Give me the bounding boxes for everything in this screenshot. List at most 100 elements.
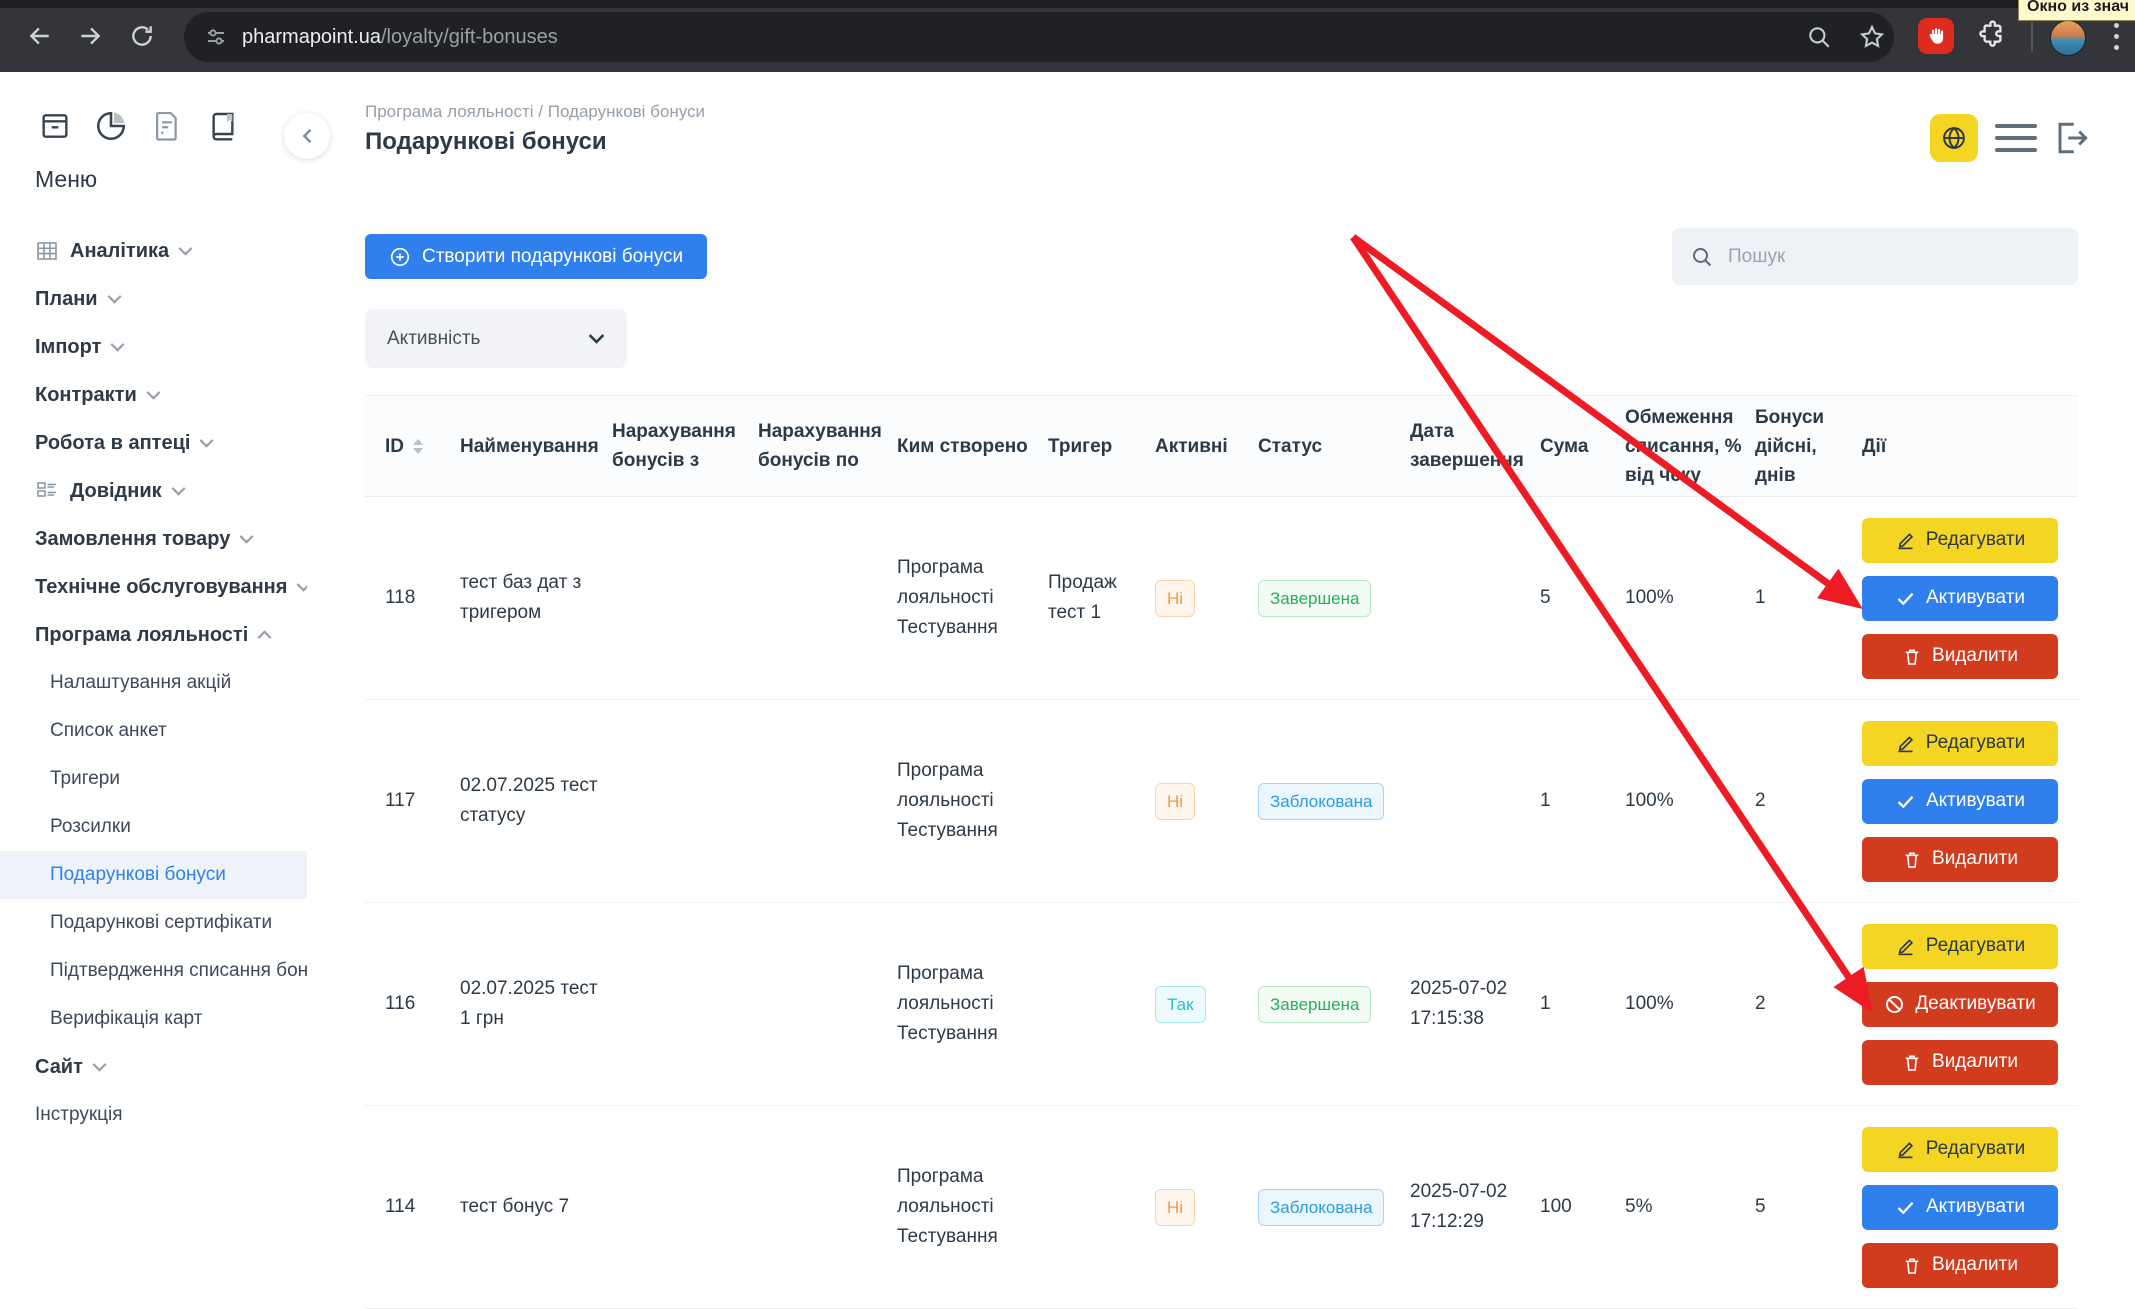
actions-cell: Редагувати Деактивувати Видалити xyxy=(1862,920,2072,1089)
sidebar-item-triggers[interactable]: Тригери xyxy=(0,755,307,803)
cell-created-by: Програма лояльності Тестування xyxy=(897,1162,1048,1252)
sidebar-item-plans[interactable]: Плани xyxy=(0,275,307,323)
sidebar-item-label: Тригери xyxy=(50,768,120,790)
profile-avatar[interactable] xyxy=(2050,20,2086,56)
trash-icon xyxy=(1902,1255,1922,1276)
sidebar-item-site[interactable]: Сайт xyxy=(0,1043,307,1091)
document-icon[interactable] xyxy=(150,106,184,146)
cell-sum: 100 xyxy=(1540,1192,1625,1222)
column-header-name: Найменування xyxy=(460,432,612,461)
create-gift-bonuses-button[interactable]: Створити подарункові бонуси xyxy=(365,234,707,279)
sidebar-item-label: Програма лояльності xyxy=(35,624,248,647)
pencil-icon xyxy=(1895,936,1916,957)
main-content: Програма лояльності / Подарункові бонуси… xyxy=(307,72,2135,1309)
column-header-id[interactable]: ID xyxy=(385,432,460,461)
chevron-down-icon xyxy=(239,534,254,544)
address-bar[interactable]: pharmapoint.ua/loyalty/gift-bonuses xyxy=(184,12,1894,62)
cell-sum: 1 xyxy=(1540,786,1625,816)
sidebar-item-loyalty-program[interactable]: Програма лояльності xyxy=(0,611,307,659)
tab-strip xyxy=(0,0,2135,8)
sidebar-item-questionnaires[interactable]: Список анкет xyxy=(0,707,307,755)
sort-icon[interactable] xyxy=(413,439,423,454)
status-badge: Так xyxy=(1155,986,1206,1023)
activate-button-row-118[interactable]: Активувати xyxy=(1862,576,2058,621)
table-header-row: IDНайменуванняНарахування бонусів зНарах… xyxy=(365,395,2078,497)
sidebar-item-card-verification[interactable]: Верифікація карт xyxy=(0,995,307,1043)
back-button[interactable] xyxy=(18,14,62,58)
language-globe-button[interactable] xyxy=(1930,114,1978,162)
cell-sum: 5 xyxy=(1540,583,1625,613)
edit-button-row-118[interactable]: Редагувати xyxy=(1862,518,2058,563)
pie-chart-icon[interactable] xyxy=(94,106,128,146)
logout-button[interactable] xyxy=(2049,116,2093,160)
table-row-114: 114тест бонус 7Програма лояльності Тесту… xyxy=(365,1106,2078,1309)
cell-status: Завершена xyxy=(1258,580,1410,617)
reload-button[interactable] xyxy=(120,14,164,58)
zoom-icon[interactable] xyxy=(1806,24,1832,50)
sidebar-item-directory[interactable]: Довідник xyxy=(0,467,307,515)
adblock-extension-icon[interactable] xyxy=(1918,18,1954,54)
sidebar-item-instruction[interactable]: Інструкція xyxy=(0,1091,307,1139)
sidebar-item-pharmacy-work[interactable]: Робота в аптеці xyxy=(0,419,307,467)
delete-button-row-114[interactable]: Видалити xyxy=(1862,1243,2058,1288)
edit-button-row-114[interactable]: Редагувати xyxy=(1862,1127,2058,1172)
sidebar-item-label: Список анкет xyxy=(50,720,167,742)
search-box[interactable] xyxy=(1672,228,2078,285)
cell-active: Так xyxy=(1155,986,1258,1023)
os-tooltip: Окно из знач xyxy=(2018,0,2135,21)
trash-icon xyxy=(1902,1052,1922,1073)
edit-button-row-117[interactable]: Редагувати xyxy=(1862,721,2058,766)
extensions-icon[interactable] xyxy=(1976,20,2006,50)
cell-trigger: Продаж тест 1 xyxy=(1048,568,1155,628)
delete-button-row-116[interactable]: Видалити xyxy=(1862,1040,2058,1085)
sidebar-item-label: Верифікація карт xyxy=(50,1008,202,1030)
table-body: 118тест баз дат з тригеромПрограма лояль… xyxy=(365,497,2078,1309)
sidebar-item-product-orders[interactable]: Замовлення товару xyxy=(0,515,307,563)
url-text[interactable]: pharmapoint.ua/loyalty/gift-bonuses xyxy=(242,26,558,49)
activate-button-row-117[interactable]: Активувати xyxy=(1862,779,2058,824)
cash-register-icon[interactable] xyxy=(38,106,72,146)
pencil-icon xyxy=(1895,733,1916,754)
table-settings-button[interactable] xyxy=(1995,124,2037,152)
sidebar-item-promo-settings[interactable]: Налаштування акцій xyxy=(0,659,307,707)
sidebar-item-import[interactable]: Імпорт xyxy=(0,323,307,371)
cell-sum: 1 xyxy=(1540,989,1625,1019)
deactivate-button-row-116[interactable]: Деактивувати xyxy=(1862,982,2058,1027)
chevron-down-icon xyxy=(92,1062,107,1072)
activity-filter-dropdown[interactable]: Активність xyxy=(365,309,627,368)
page-title: Подарункові бонуси xyxy=(365,128,607,156)
cell-writeoff-limit: 100% xyxy=(1625,583,1755,613)
cell-id: 114 xyxy=(385,1192,460,1222)
sidebar-item-label: Інструкція xyxy=(35,1104,123,1126)
delete-button-row-118[interactable]: Видалити xyxy=(1862,634,2058,679)
sidebar-item-label: Налаштування акцій xyxy=(50,672,231,694)
sidebar-item-label: Довідник xyxy=(70,480,162,503)
sidebar-item-writeoff-confirm[interactable]: Підтвердження списання бону... xyxy=(0,947,307,995)
sidebar-item-mailings[interactable]: Розсилки xyxy=(0,803,307,851)
delete-button-row-117[interactable]: Видалити xyxy=(1862,837,2058,882)
browser-menu-button[interactable] xyxy=(2112,18,2120,54)
check-icon xyxy=(1895,588,1916,609)
trash-icon xyxy=(1902,646,1922,667)
forward-button[interactable] xyxy=(68,14,112,58)
cell-active: Ні xyxy=(1155,783,1258,820)
book-icon[interactable] xyxy=(206,106,240,146)
sidebar-item-gift-bonuses[interactable]: Подарункові бонуси xyxy=(0,851,307,899)
site-info-icon[interactable] xyxy=(204,25,228,49)
menu-heading: Меню xyxy=(35,166,97,193)
column-header-created-by: Ким створено xyxy=(897,432,1048,461)
sidebar-item-gift-certificates[interactable]: Подарункові сертифікати xyxy=(0,899,307,947)
edit-button-row-116[interactable]: Редагувати xyxy=(1862,924,2058,969)
sidebar-item-analytics[interactable]: Аналітика xyxy=(0,227,307,275)
bookmark-star-icon[interactable] xyxy=(1858,23,1886,51)
column-header-bonus-days: Бонуси дійсні, днів xyxy=(1755,403,1862,490)
sidebar-item-maintenance[interactable]: Технічне обслуговування xyxy=(0,563,307,611)
actions-cell: Редагувати Активувати Видалити xyxy=(1862,717,2072,886)
search-input[interactable] xyxy=(1726,245,2060,269)
sidebar-collapse-button[interactable] xyxy=(284,113,330,159)
cell-active: Ні xyxy=(1155,1189,1258,1226)
app-window: Меню АналітикаПланиІмпортКонтрактиРобота… xyxy=(0,72,2135,1309)
sidebar-item-contracts[interactable]: Контракти xyxy=(0,371,307,419)
cell-id: 118 xyxy=(385,583,460,613)
activate-button-row-114[interactable]: Активувати xyxy=(1862,1185,2058,1230)
